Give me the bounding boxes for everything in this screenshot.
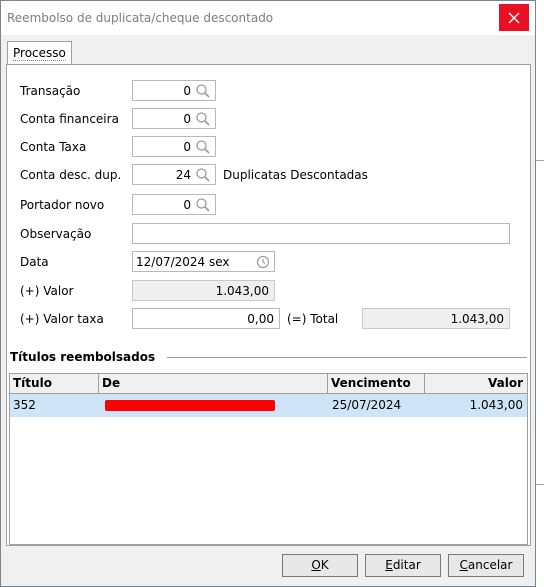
column-header-valor[interactable]: Valor [425,374,527,393]
ok-accelerator: O [311,558,321,572]
valor-taxa-label: (+) Valor taxa [20,312,104,326]
editar-button[interactable]: Editar [365,554,441,577]
editar-label: ditar [392,558,421,572]
background-app-edge [536,160,544,161]
cell-titulo: 352 [13,398,36,412]
tab-processo[interactable]: Processo [7,41,72,66]
valor-field: 1.043,00 [132,280,275,301]
conta-financeira-field[interactable]: 0 [132,108,216,129]
conta-taxa-value: 0 [183,140,191,154]
column-header-titulo[interactable]: Título [10,374,99,393]
editar-accelerator: E [385,558,393,572]
data-label: Data [20,255,49,269]
titulos-section-title: Títulos reembolsados [10,350,156,364]
close-button[interactable] [499,4,529,31]
conta-desc-dup-description: Duplicatas Descontadas [223,168,368,182]
cancelar-label: ancelar [467,558,513,572]
tab-strip: Processo [1,35,535,66]
observacao-label: Observação [20,227,92,241]
background-app-edge [536,484,544,485]
portador-novo-field[interactable]: 0 [132,194,216,215]
conta-desc-dup-value: 24 [175,168,191,182]
clock-icon[interactable] [256,255,270,269]
title-bar: Reembolso de duplicata/cheque descontado [1,1,535,35]
dialog-window: Reembolso de duplicata/cheque descontado… [0,0,536,587]
conta-taxa-label: Conta Taxa [20,140,87,154]
valor-value: 1.043,00 [215,284,269,298]
column-header-de[interactable]: De [99,374,328,393]
conta-financeira-label: Conta financeira [20,112,119,126]
cancelar-button[interactable]: Cancelar [448,554,524,577]
portador-novo-label: Portador novo [20,198,105,212]
data-field[interactable]: 12/07/2024 sex [132,251,275,272]
magnifier-icon[interactable] [195,83,211,99]
grid-header: Título De Vencimento Valor [10,374,527,394]
cell-valor: 1.043,00 [469,398,523,412]
redaction-bar [105,400,275,411]
conta-taxa-field[interactable]: 0 [132,136,216,157]
tab-label: Processo [13,46,66,61]
ok-label: K [320,558,329,572]
total-value: 1.043,00 [450,312,504,326]
close-icon [508,12,520,23]
total-label: (=) Total [287,312,339,326]
magnifier-icon[interactable] [195,111,211,127]
processo-panel: Transação 0 Conta financeira 0 Conta Tax… [6,64,531,546]
column-header-vencimento[interactable]: Vencimento [328,374,425,393]
conta-financeira-value: 0 [183,112,191,126]
portador-novo-value: 0 [183,198,191,212]
transacao-field[interactable]: 0 [132,80,216,101]
magnifier-icon[interactable] [195,139,211,155]
total-field: 1.043,00 [362,308,510,329]
titulos-grid[interactable]: Título De Vencimento Valor 352 25/07/202… [9,373,528,545]
table-row[interactable]: 352 25/07/2024 1.043,00 [10,394,527,417]
valor-label: (+) Valor [20,284,74,298]
cancelar-accelerator: C [459,558,468,572]
conta-desc-dup-field[interactable]: 24 [132,164,216,185]
observacao-field[interactable] [132,223,510,244]
ok-button[interactable]: OK [282,554,358,577]
conta-desc-dup-label: Conta desc. dup. [20,168,122,182]
valor-taxa-field[interactable]: 0,00 [132,308,280,329]
valor-taxa-value: 0,00 [247,312,274,326]
cell-vencimento: 25/07/2024 [332,398,402,412]
magnifier-icon[interactable] [195,197,211,213]
section-divider [167,357,527,358]
transacao-label: Transação [20,84,81,98]
magnifier-icon[interactable] [195,167,211,183]
window-title: Reembolso de duplicata/cheque descontado [7,11,274,25]
transacao-value: 0 [183,84,191,98]
data-value: 12/07/2024 sex [136,255,230,269]
